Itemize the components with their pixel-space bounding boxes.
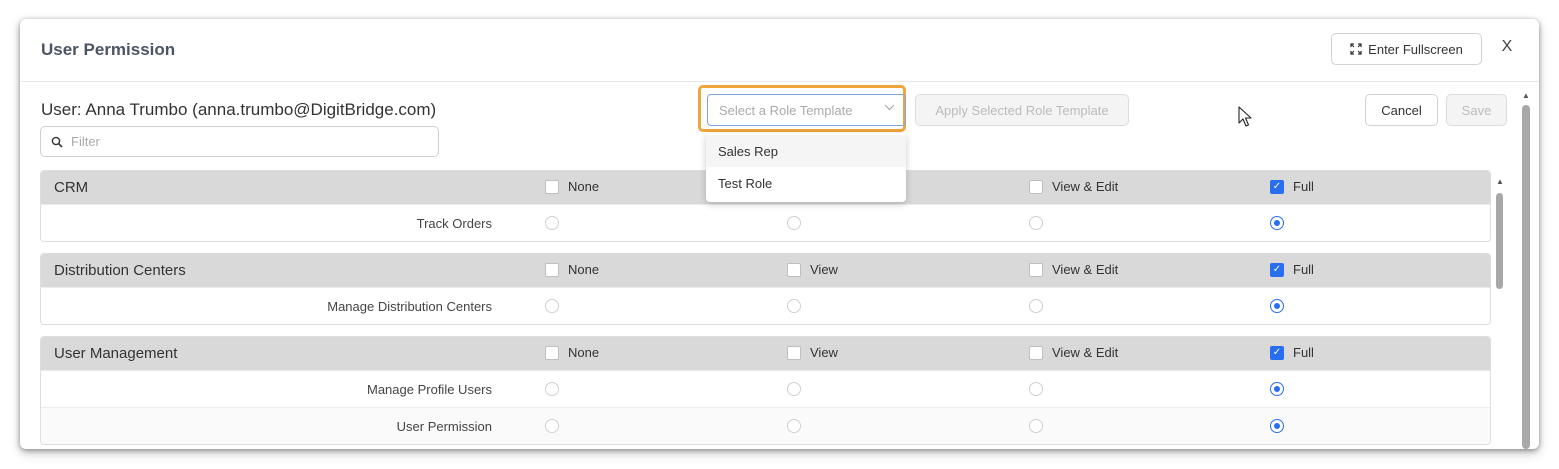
expand-icon	[1350, 43, 1362, 55]
permission-row: User Permission	[41, 407, 1490, 444]
permission-row: Manage Distribution Centers	[41, 287, 1490, 324]
dc-view-edit-option[interactable]: View & Edit	[1029, 262, 1118, 277]
checkbox[interactable]	[545, 345, 559, 360]
section-header: User Management None View View & Edit ✓ …	[41, 337, 1490, 370]
section-title: User Management	[54, 345, 178, 362]
um-full-option[interactable]: ✓ Full	[1270, 345, 1314, 360]
role-template-dropdown: Sales Rep Test Role	[706, 133, 906, 202]
enter-fullscreen-label: Enter Fullscreen	[1368, 41, 1463, 57]
permission-label: User Permission	[396, 419, 492, 434]
save-button[interactable]: Save	[1446, 94, 1507, 126]
radio-view[interactable]	[787, 382, 801, 396]
radio-none[interactable]	[545, 382, 559, 396]
scroll-up-arrow-icon[interactable]: ▲	[1522, 91, 1530, 100]
radio-view[interactable]	[787, 299, 801, 313]
scroll-up-arrow-icon[interactable]: ▲	[1496, 177, 1504, 186]
role-option-test-role[interactable]: Test Role	[706, 167, 906, 199]
checkbox[interactable]	[1029, 345, 1043, 360]
permission-row: Manage Profile Users	[41, 370, 1490, 407]
option-label: None	[568, 262, 600, 277]
scrollbar-thumb[interactable]	[1496, 193, 1503, 289]
role-template-placeholder: Select a Role Template	[719, 102, 853, 118]
checkbox-checked[interactable]: ✓	[1270, 179, 1284, 194]
option-label: View & Edit	[1052, 345, 1119, 360]
checkbox[interactable]	[545, 179, 559, 194]
radio-view-edit[interactable]	[1029, 382, 1043, 396]
option-label: Full	[1293, 262, 1314, 277]
dialog-scrollbar[interactable]: ▲	[1520, 91, 1532, 449]
role-template-select[interactable]: Select a Role Template	[707, 94, 906, 126]
radio-view-edit[interactable]	[1029, 419, 1043, 433]
dialog-header: User Permission Enter Fullscreen X	[20, 19, 1539, 82]
checkbox[interactable]	[545, 262, 559, 277]
chevron-down-icon	[884, 102, 895, 116]
section-title: Distribution Centers	[54, 262, 186, 279]
checkbox-checked[interactable]: ✓	[1270, 345, 1284, 360]
mouse-pointer-icon	[1238, 106, 1252, 127]
section-scrollbar[interactable]: ▲	[1494, 177, 1506, 297]
um-view-option[interactable]: View	[787, 345, 838, 360]
option-label: None	[568, 345, 600, 360]
radio-view-edit[interactable]	[1029, 299, 1043, 313]
option-label: Full	[1293, 345, 1314, 360]
role-option-sales-rep[interactable]: Sales Rep	[706, 135, 906, 167]
radio-full[interactable]	[1270, 299, 1284, 313]
checkbox[interactable]	[787, 262, 801, 277]
option-label: None	[568, 179, 600, 194]
enter-fullscreen-button[interactable]: Enter Fullscreen	[1331, 33, 1482, 65]
radio-view-edit[interactable]	[1029, 216, 1043, 230]
option-label: View & Edit	[1052, 262, 1119, 277]
option-label: View & Edit	[1052, 179, 1119, 194]
filter-field[interactable]	[40, 126, 439, 157]
option-label: View	[810, 345, 838, 360]
radio-full[interactable]	[1270, 419, 1284, 433]
checkbox-checked[interactable]: ✓	[1270, 262, 1284, 277]
scrollbar-thumb[interactable]	[1522, 105, 1530, 449]
section-title: CRM	[54, 179, 89, 196]
filter-input[interactable]	[69, 133, 413, 150]
radio-full[interactable]	[1270, 216, 1284, 230]
option-label: View	[810, 262, 838, 277]
cancel-button[interactable]: Cancel	[1365, 94, 1438, 126]
um-view-edit-option[interactable]: View & Edit	[1029, 345, 1118, 360]
section-distribution-centers: Distribution Centers None View View & Ed…	[40, 253, 1491, 325]
crm-view-edit-option[interactable]: View & Edit	[1029, 179, 1118, 194]
dc-none-option[interactable]: None	[545, 262, 599, 277]
permission-label: Manage Distribution Centers	[327, 299, 492, 314]
dc-view-option[interactable]: View	[787, 262, 838, 277]
radio-none[interactable]	[545, 419, 559, 433]
option-label: Full	[1293, 179, 1314, 194]
apply-role-template-button[interactable]: Apply Selected Role Template	[915, 94, 1129, 126]
crm-full-option[interactable]: ✓ Full	[1270, 179, 1314, 194]
radio-full[interactable]	[1270, 382, 1284, 396]
checkbox[interactable]	[1029, 179, 1043, 194]
section-user-management: User Management None View View & Edit ✓ …	[40, 336, 1491, 445]
radio-view[interactable]	[787, 216, 801, 230]
um-none-option[interactable]: None	[545, 345, 599, 360]
search-icon	[51, 136, 63, 148]
user-permission-dialog: User Permission Enter Fullscreen X User:…	[20, 19, 1539, 449]
close-button[interactable]: X	[1499, 38, 1515, 56]
section-header: Distribution Centers None View View & Ed…	[41, 254, 1490, 287]
dc-full-option[interactable]: ✓ Full	[1270, 262, 1314, 277]
dialog-title: User Permission	[41, 40, 176, 59]
checkbox[interactable]	[1029, 262, 1043, 277]
permission-label: Manage Profile Users	[367, 382, 492, 397]
radio-none[interactable]	[545, 299, 559, 313]
crm-none-option[interactable]: None	[545, 179, 599, 194]
user-info: User: Anna Trumbo (anna.trumbo@DigitBrid…	[41, 100, 437, 119]
permission-label: Track Orders	[416, 216, 492, 231]
checkbox[interactable]	[787, 345, 801, 360]
radio-view[interactable]	[787, 419, 801, 433]
permission-row: Track Orders	[41, 204, 1490, 241]
radio-none[interactable]	[545, 216, 559, 230]
